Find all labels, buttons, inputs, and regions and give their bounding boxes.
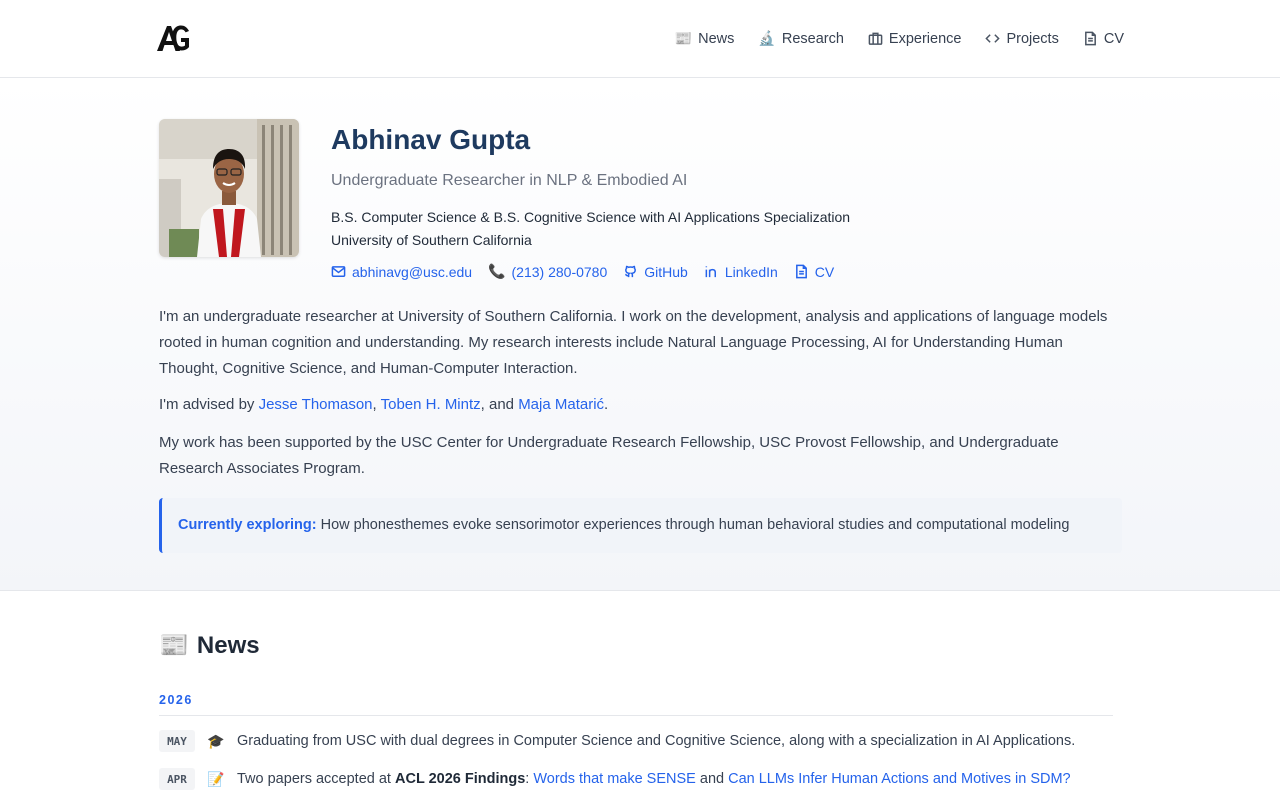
callout-text: How phonesthemes evoke sensorimotor expe… — [316, 517, 1070, 533]
paper-link-sense[interactable]: Words that make SENSE — [533, 771, 696, 787]
phone-link[interactable]: 📞 (213) 280-0780 — [488, 263, 607, 280]
linkedin-link[interactable]: LinkedIn — [704, 263, 778, 280]
mail-icon — [331, 266, 346, 277]
phone-text: (213) 280-0780 — [511, 263, 608, 280]
bio-intro: I'm an undergraduate researcher at Unive… — [159, 308, 1108, 377]
nav-news[interactable]: 📰 News — [675, 30, 735, 47]
month-badge: APR — [159, 768, 195, 790]
news-item: APR 📝 Two papers accepted at ACL 2026 Fi… — [159, 768, 1071, 790]
profile-university: University of Southern California — [331, 232, 532, 248]
nav-projects-label: Projects — [1006, 30, 1059, 47]
news-item-text: Graduating from USC with dual degrees in… — [237, 733, 1076, 749]
email-text: abhinavg@usc.edu — [352, 263, 473, 280]
news-item: MAY 🎓 Graduating from USC with dual degr… — [159, 730, 1075, 752]
advisors-separator: , and — [480, 396, 519, 413]
top-navbar: 📰 News 🔬 Research Experience Projects CV — [0, 0, 1280, 78]
github-text: GitHub — [644, 263, 688, 280]
code-icon — [985, 34, 1001, 43]
newspaper-icon: 📰 — [159, 632, 189, 659]
cv-link[interactable]: CV — [794, 263, 834, 280]
nav-cv-label: CV — [1103, 30, 1124, 47]
contact-links: abhinavg@usc.edu 📞 (213) 280-0780 GitHub… — [331, 263, 834, 280]
profile-subtitle: Undergraduate Researcher in NLP & Embodi… — [331, 172, 688, 189]
advisors-suffix: . — [604, 396, 609, 413]
news-heading: 📰 News — [159, 631, 260, 660]
newspaper-icon: 📰 — [674, 30, 693, 46]
advisor-link-maja-mataric[interactable]: Maja Matarić — [518, 396, 604, 413]
briefcase-icon — [868, 32, 883, 45]
email-link[interactable]: abhinavg@usc.edu — [331, 263, 472, 280]
cv-text: CV — [814, 263, 835, 280]
nav-experience[interactable]: Experience — [868, 30, 962, 47]
advisors-line: I'm advised by Jesse Thomason, Toben H. … — [159, 392, 608, 418]
advisor-link-jesse-thomason[interactable]: Jesse Thomason — [259, 396, 373, 413]
news-heading-text: News — [196, 631, 260, 659]
document-icon — [1084, 31, 1096, 46]
github-icon — [625, 265, 637, 278]
profile-degree: B.S. Computer Science & B.S. Cognitive S… — [331, 209, 851, 225]
news-and: and — [695, 771, 729, 787]
memo-icon: 📝 — [207, 770, 225, 787]
document-icon — [795, 264, 807, 279]
phone-icon: 📞 — [488, 263, 506, 279]
nav-cv[interactable]: CV — [1083, 30, 1124, 47]
site-logo-icon[interactable] — [156, 23, 190, 53]
news-year: 2026 — [159, 693, 193, 707]
funding-statement: My work has been supported by the USC Ce… — [159, 434, 1059, 477]
graduation-cap-icon: 🎓 — [207, 732, 225, 749]
nav-news-label: News — [698, 30, 735, 47]
nav-projects[interactable]: Projects — [985, 30, 1059, 47]
paper-link-llms-sdm[interactable]: Can LLMs Infer Human Actions and Motives… — [728, 771, 1071, 787]
advisor-link-toben-mintz[interactable]: Toben H. Mintz — [381, 396, 481, 413]
venue-name: ACL 2026 Findings — [395, 771, 526, 787]
month-badge: MAY — [159, 730, 195, 752]
nav-experience-label: Experience — [888, 30, 962, 47]
news-prefix: Two papers accepted at — [237, 771, 395, 787]
profile-photo — [159, 119, 299, 257]
profile-section: Abhinav Gupta Undergraduate Researcher i… — [0, 79, 1280, 591]
advisors-prefix: I'm advised by — [159, 396, 259, 413]
year-divider — [159, 715, 1113, 716]
main-nav: 📰 News 🔬 Research Experience Projects CV — [675, 30, 1124, 47]
nav-research-label: Research — [781, 30, 844, 47]
linkedin-text: LinkedIn — [724, 263, 778, 280]
profile-name: Abhinav Gupta — [331, 124, 531, 155]
linkedin-icon — [705, 266, 716, 278]
currently-exploring-callout: Currently exploring: How phonesthemes ev… — [159, 498, 1122, 553]
nav-research[interactable]: 🔬 Research — [758, 30, 844, 47]
advisors-separator: , — [372, 396, 381, 413]
microscope-icon: 🔬 — [758, 30, 776, 46]
callout-label: Currently exploring: — [178, 517, 317, 533]
github-link[interactable]: GitHub — [623, 263, 688, 280]
news-item-text: Two papers accepted at ACL 2026 Findings… — [237, 771, 1071, 787]
